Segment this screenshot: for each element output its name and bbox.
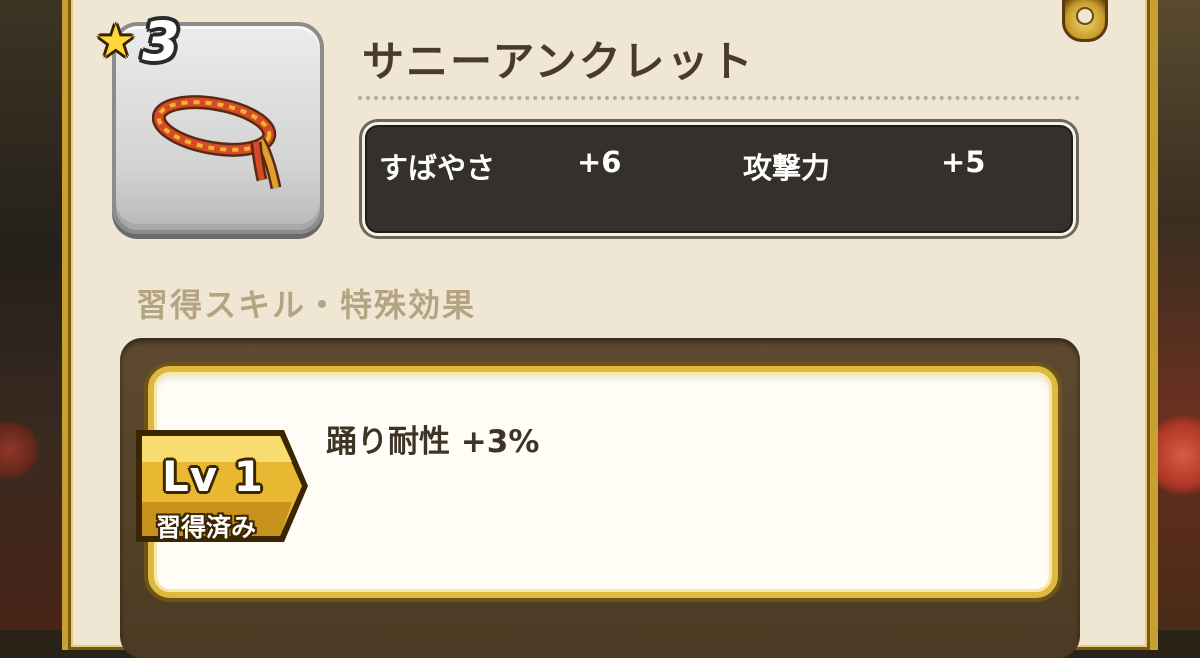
item-name: サニーアンクレット — [362, 37, 755, 86]
anklet-icon — [152, 95, 282, 190]
stat-name-attack: 攻撃力 — [743, 151, 831, 185]
stat-name-speed: すばやさ — [379, 151, 496, 185]
rarity-badge: ★ 3 — [96, 10, 206, 73]
divider — [358, 96, 1080, 100]
level-label: Lv 1 — [162, 452, 264, 501]
rarity-value: 3 — [142, 10, 180, 73]
background-left — [0, 0, 70, 630]
stat-value-speed: +6 — [577, 145, 622, 179]
background-decoration — [0, 420, 40, 480]
section-title-skills: 習得スキル・特殊効果 — [136, 286, 477, 324]
learned-status: 習得済み — [156, 513, 257, 542]
stats-box: すばやさ +6 攻撃力 +5 — [362, 122, 1076, 236]
ornament-icon — [1062, 0, 1108, 42]
star-icon: ★ — [96, 16, 136, 67]
stat-value-attack: +5 — [941, 145, 986, 179]
skill-effect: 踊り耐性 +3% — [326, 424, 540, 460]
